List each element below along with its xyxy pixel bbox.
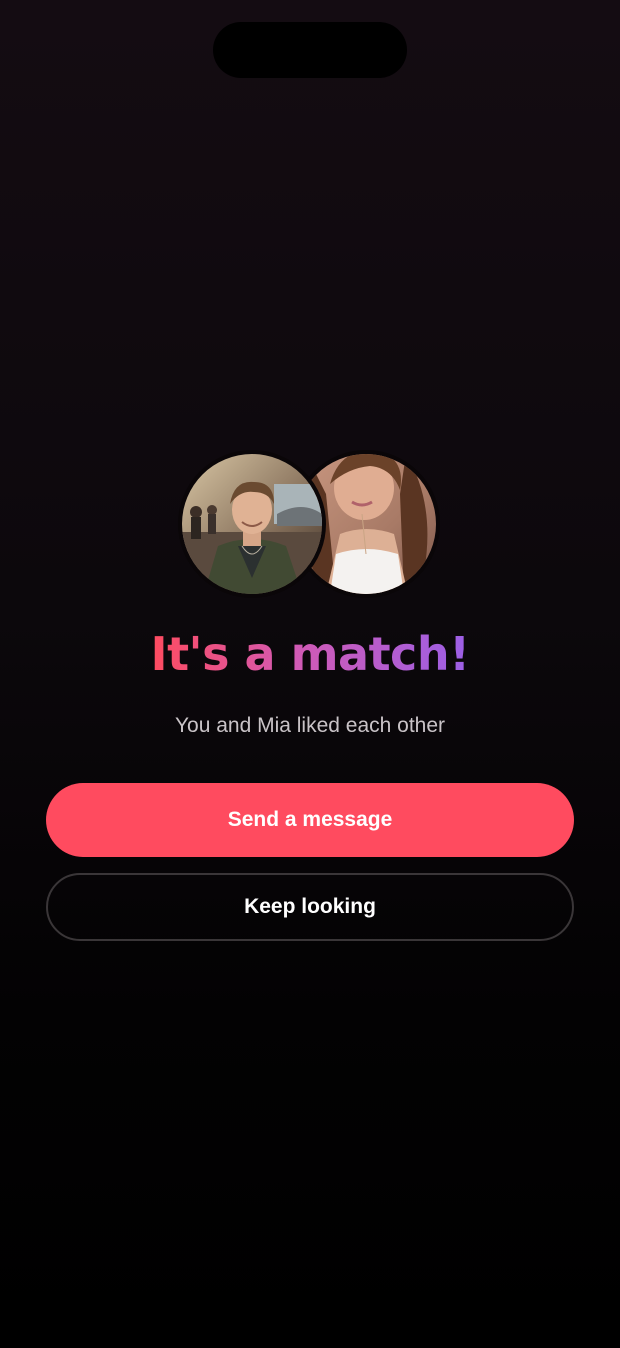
match-subtitle: You and Mia liked each other [174, 714, 446, 737]
send-message-button-label: Send a message [227, 808, 393, 831]
send-message-button[interactable]: Send a message [46, 783, 574, 857]
user-avatar [178, 450, 326, 598]
dynamic-island [213, 22, 407, 78]
match-headline-text: It's a match! [150, 627, 470, 681]
match-avatars [178, 450, 442, 598]
match-headline: It's a match! [0, 622, 620, 686]
keep-looking-button[interactable]: Keep looking [46, 873, 574, 941]
keep-looking-button-label: Keep looking [244, 895, 376, 918]
match-screen: It's a match! You and Mia liked each oth… [0, 0, 620, 1348]
